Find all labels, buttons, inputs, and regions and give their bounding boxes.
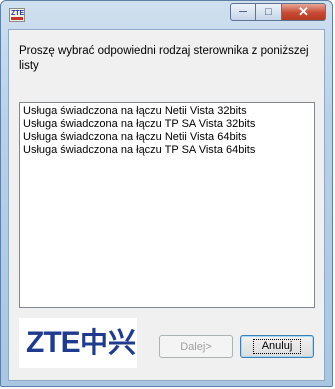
list-item[interactable]: Usługa świadczona na łączu TP SA Vista 6… [23, 144, 311, 157]
close-icon: ✕ [298, 4, 309, 19]
cancel-button[interactable]: Anuluj [240, 335, 314, 358]
driver-listbox[interactable]: Usługa świadczona na łączu Netii Vista 3… [19, 102, 315, 308]
window-controls: ─ □ ✕ [230, 3, 326, 23]
minimize-icon: ─ [239, 6, 247, 18]
zte-app-icon: ZTE [9, 8, 25, 22]
close-button[interactable]: ✕ [282, 3, 326, 21]
title-bar[interactable]: ZTE ─ □ ✕ [1, 1, 332, 29]
maximize-button[interactable]: □ [256, 3, 282, 21]
prompt-text: Proszę wybrać odpowiedni rodzaj sterowni… [19, 45, 309, 72]
list-item[interactable]: Usługa świadczona na łączu TP SA Vista 3… [23, 118, 311, 131]
maximize-icon: □ [265, 6, 272, 18]
zte-logo: ZTE 中兴 [19, 318, 137, 368]
list-item[interactable]: Usługa świadczona na łączu Netii Vista 6… [23, 131, 311, 144]
cancel-button-label: Anuluj [252, 339, 302, 354]
next-button[interactable]: Dalej> [159, 335, 233, 358]
next-button-label: Dalej> [180, 340, 212, 353]
dialog-client-area: Proszę wybrać odpowiedni rodzaj sterowni… [8, 29, 325, 381]
installer-window: ZTE ─ □ ✕ Proszę wybrać odpowiedni rodza… [0, 0, 333, 387]
list-item[interactable]: Usługa świadczona na łączu Netii Vista 3… [23, 105, 311, 118]
minimize-button[interactable]: ─ [230, 3, 256, 21]
